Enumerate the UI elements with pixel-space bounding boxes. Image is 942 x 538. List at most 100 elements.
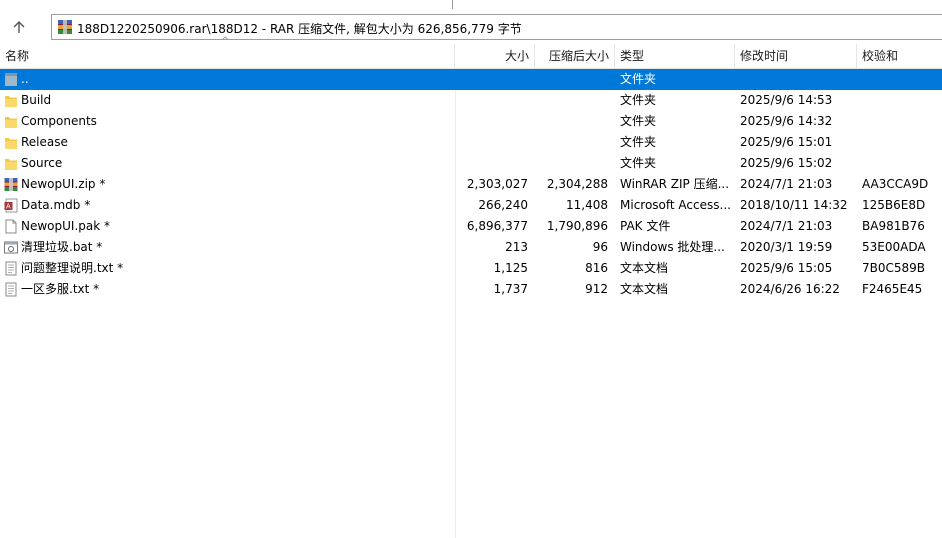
file-row[interactable]: A Data.mdb * 266,240 11,408 Microsoft Access… — [0, 195, 942, 216]
zip-archive-icon — [4, 177, 18, 192]
file-crc: 125B6E8D — [862, 198, 926, 212]
file-row[interactable]: 问题整理说明.txt * 1,125 816 文本文档 2025/9/6 15:05 7B… — [0, 258, 942, 279]
file-row[interactable]: 一区多服.txt * 1,737 912 文本文档 2024/6/26 16:22 F24… — [0, 279, 942, 300]
column-header-size[interactable]: 大小 — [455, 44, 535, 68]
file-size: 6,896,377 — [466, 219, 528, 233]
file-name-cell: 一区多服.txt * — [0, 279, 452, 300]
file-name-cell: Source — [0, 153, 452, 174]
batch-file-icon — [4, 240, 18, 255]
file-name-cell: 清理垃圾.bat * — [0, 237, 452, 258]
toolbar-separator — [452, 0, 453, 9]
up-one-level-button[interactable] — [6, 16, 32, 38]
file-crc: F2465E45 — [862, 282, 923, 296]
file-size — [456, 111, 528, 132]
file-packed-size — [536, 90, 608, 111]
file-name: 清理垃圾.bat * — [21, 240, 103, 254]
file-crc: 7B0C589B — [862, 261, 926, 275]
file-row[interactable]: Release 文件夹 2025/9/6 15:01 — [0, 132, 942, 153]
file-size: 2,303,027 — [466, 177, 528, 191]
column-header-modified[interactable]: 修改时间 — [735, 44, 857, 68]
file-name-cell: NewopUI.pak * — [0, 216, 452, 237]
file-crc — [862, 90, 942, 111]
file-name: Source — [21, 156, 63, 170]
file-name-cell: Build — [0, 90, 452, 111]
file-name: NewopUI.pak * — [21, 219, 111, 233]
file-packed-size: 96 — [592, 240, 608, 254]
folder-icon — [4, 114, 18, 129]
file-name: Data.mdb * — [21, 198, 91, 212]
file-type: 文件夹 — [620, 114, 657, 128]
file-modified: 2018/10/11 14:32 — [740, 198, 848, 212]
file-name: NewopUI.zip * — [21, 177, 106, 191]
file-row[interactable]: 清理垃圾.bat * 213 96 Windows 批处理... 2020/3/1 19… — [0, 237, 942, 258]
column-header-packed[interactable]: 压缩后大小 — [535, 44, 615, 68]
file-type: Windows 批处理... — [620, 240, 725, 254]
address-bar: 188D1220250906.rar\188D12 - RAR 压缩文件, 解包… — [0, 10, 942, 44]
file-packed-size — [536, 111, 608, 132]
file-type: 文件夹 — [620, 135, 657, 149]
file-type: 文本文档 — [620, 282, 669, 296]
file-row[interactable]: .. 文件夹 — [0, 69, 942, 90]
file-row[interactable]: Components 文件夹 2025/9/6 14:32 — [0, 111, 942, 132]
file-crc: 53E00ADA — [862, 240, 926, 254]
file-modified — [740, 69, 854, 90]
folder-icon — [4, 156, 18, 171]
file-name-cell: NewopUI.zip * — [0, 174, 452, 195]
file-packed-size — [536, 69, 608, 90]
file-name: Release — [21, 135, 68, 149]
access-db-icon: A — [4, 198, 18, 213]
sort-ascending-icon: ^ — [221, 36, 230, 47]
file-type: 文件夹 — [620, 93, 657, 107]
text-file-icon — [4, 282, 18, 297]
file-type: Microsoft Access... — [620, 198, 730, 212]
file-size: 1,125 — [493, 261, 528, 275]
file-size — [456, 153, 528, 174]
file-modified: 2024/7/1 21:03 — [740, 177, 833, 191]
file-packed-size — [536, 153, 608, 174]
text-file-icon — [4, 261, 18, 276]
file-type: 文本文档 — [620, 261, 669, 275]
file-row[interactable]: NewopUI.pak * 6,896,377 1,790,896 PAK 文件 202… — [0, 216, 942, 237]
address-path-box[interactable]: 188D1220250906.rar\188D12 - RAR 压缩文件, 解包… — [51, 14, 942, 40]
file-name: .. — [21, 72, 29, 86]
column-header-type[interactable]: 类型 — [615, 44, 735, 68]
file-list: .. 文件夹 Build 文件夹 2025/9/6 14:53 Components 文件夹… — [0, 69, 942, 538]
file-packed-size: 2,304,288 — [546, 177, 608, 191]
file-crc — [862, 153, 942, 174]
folder-icon — [4, 93, 18, 108]
file-crc: AA3CCA9D — [862, 177, 929, 191]
file-modified: 2024/7/1 21:03 — [740, 219, 833, 233]
file-modified: 2025/9/6 15:01 — [740, 135, 833, 149]
file-type: WinRAR ZIP 压缩... — [620, 177, 730, 191]
file-modified: 2025/9/6 15:05 — [740, 261, 833, 275]
file-packed-size: 11,408 — [566, 198, 608, 212]
file-crc — [862, 69, 942, 90]
file-modified: 2020/3/1 19:59 — [740, 240, 833, 254]
file-type: PAK 文件 — [620, 219, 671, 233]
file-icon — [4, 219, 18, 234]
file-modified: 2025/9/6 14:32 — [740, 114, 833, 128]
file-row[interactable]: Source 文件夹 2025/9/6 15:02 — [0, 153, 942, 174]
folder-icon — [4, 135, 18, 150]
column-header-crc[interactable]: 校验和 — [857, 44, 942, 68]
toolbar — [0, 0, 942, 10]
file-name: Components — [21, 114, 97, 128]
address-path-text: 188D1220250906.rar\188D12 - RAR 压缩文件, 解包… — [77, 22, 522, 36]
file-packed-size — [536, 132, 608, 153]
file-name-cell: A Data.mdb * — [0, 195, 452, 216]
file-size: 1,737 — [493, 282, 528, 296]
file-type: 文件夹 — [620, 72, 657, 86]
arrow-up-icon — [13, 21, 25, 33]
column-header-name[interactable]: 名称 — [0, 44, 455, 68]
file-name: Build — [21, 93, 52, 107]
file-size — [456, 132, 528, 153]
file-crc — [862, 132, 942, 153]
file-name-cell: .. — [0, 69, 452, 90]
file-row[interactable]: NewopUI.zip * 2,303,027 2,304,288 WinRAR ZI… — [0, 174, 942, 195]
file-size — [456, 69, 528, 90]
column-header-row: 名称 ^ 大小 压缩后大小 类型 修改时间 校验和 — [0, 36, 942, 69]
file-type: 文件夹 — [620, 156, 657, 170]
file-row[interactable]: Build 文件夹 2025/9/6 14:53 — [0, 90, 942, 111]
file-crc — [862, 111, 942, 132]
file-modified: 2025/9/6 14:53 — [740, 93, 833, 107]
